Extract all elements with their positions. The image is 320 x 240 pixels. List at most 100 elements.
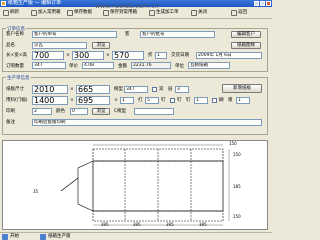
glue-checkbox[interactable] bbox=[212, 98, 217, 103]
refresh-icon bbox=[3, 10, 9, 16]
customer-label: 客户名称 bbox=[6, 32, 24, 37]
times-3: × bbox=[70, 87, 74, 92]
refresh-button[interactable]: 刷新 bbox=[2, 9, 19, 17]
maximize-icon[interactable] bbox=[260, 1, 265, 6]
glue-tab-leader bbox=[60, 177, 79, 192]
dim-top: 150 bbox=[229, 141, 237, 146]
print-field[interactable]: 2 bbox=[32, 108, 52, 115]
app-task-icon bbox=[40, 234, 46, 240]
close-icon[interactable] bbox=[266, 1, 271, 6]
browse-print-button[interactable]: 浏览 bbox=[92, 108, 110, 115]
qty-field[interactable]: 347 bbox=[32, 62, 66, 69]
qty-label: 订购数量 bbox=[6, 64, 24, 69]
mark-label: 唛 bbox=[228, 98, 233, 103]
box-drawing-svg bbox=[60, 144, 230, 226]
box-pattern-button[interactable]: 纸箱图样 bbox=[231, 42, 261, 49]
nail-label: 钉 bbox=[186, 98, 191, 103]
production-group-title: 生产单信息 bbox=[6, 75, 31, 81]
dim-bottom-3: 395 bbox=[166, 222, 174, 227]
glue-label: 糊 bbox=[219, 98, 224, 103]
flute-field[interactable]: 347 bbox=[124, 86, 148, 93]
nail-check-label: 钉 bbox=[177, 98, 182, 103]
edit-customer-button[interactable]: 编辑客户 bbox=[231, 31, 261, 38]
material-label: 用料(门幅) bbox=[6, 98, 28, 103]
add-icon bbox=[31, 10, 37, 16]
price-label: 单价 bbox=[69, 64, 78, 69]
browse-button[interactable]: 浏览 bbox=[92, 42, 110, 49]
dim-right-1: 150 bbox=[233, 152, 241, 157]
save-common-button[interactable]: 保存到常用箱 bbox=[102, 9, 137, 17]
box-drawing: 150 150 185 150 35 395 395 395 395 bbox=[2, 140, 268, 230]
board-length-field[interactable]: 2010 bbox=[32, 85, 68, 94]
status-bar: 开始 纸箱生产版 bbox=[0, 232, 272, 240]
unit-field[interactable]: 瓦楞纸箱 bbox=[188, 62, 230, 69]
unit-label: 单位 bbox=[175, 64, 184, 69]
material-width-field[interactable]: 1400 bbox=[32, 96, 68, 105]
dim-left: 35 bbox=[33, 189, 39, 194]
double-checkbox[interactable] bbox=[152, 87, 157, 92]
watermark: www.rueida.com.cn bbox=[95, 3, 160, 10]
nail-field[interactable]: 1 bbox=[194, 97, 208, 104]
tie-unit: 钉 bbox=[161, 98, 166, 103]
times-2: × bbox=[106, 53, 110, 58]
amount-label: 金额 bbox=[118, 64, 127, 69]
glue-tab bbox=[77, 160, 94, 212]
dim-bottom-2: 395 bbox=[133, 222, 141, 227]
start-icon bbox=[2, 234, 8, 240]
save-common-icon bbox=[103, 10, 109, 16]
window-controls bbox=[254, 1, 271, 6]
note-field[interactable]: 印刷后套版印刷 bbox=[32, 119, 262, 126]
date-field[interactable]: 2009年 1月 6日 bbox=[196, 52, 262, 59]
type-field[interactable]: 京瓦 bbox=[32, 42, 87, 49]
taskbar-item[interactable]: 纸箱生产版 bbox=[40, 234, 71, 240]
amount-field: 2231.76 bbox=[131, 62, 171, 69]
note-label: 备注 bbox=[6, 120, 15, 125]
price-field[interactable]: 4.08 bbox=[82, 62, 114, 69]
new-board-button[interactable]: 新增纸板 bbox=[222, 84, 262, 93]
material-length-field[interactable]: 695 bbox=[76, 96, 110, 105]
back-icon bbox=[231, 10, 237, 16]
times-5: × bbox=[114, 98, 118, 103]
start-button[interactable]: 开始 bbox=[2, 234, 19, 240]
date-label: 交货日期 bbox=[171, 53, 189, 58]
layers-field[interactable]: 3 bbox=[175, 86, 189, 93]
save-button[interactable]: 保存数据 bbox=[66, 9, 92, 17]
mark-field[interactable]: 1 bbox=[236, 97, 250, 104]
board-width-field[interactable]: 665 bbox=[76, 85, 110, 94]
color-field[interactable]: 0 bbox=[70, 108, 88, 115]
width-field[interactable]: 300 bbox=[72, 51, 104, 60]
close-doc-icon bbox=[191, 10, 197, 16]
times-4: × bbox=[70, 98, 74, 103]
corner-label: C楞型 bbox=[114, 109, 127, 114]
print-label: 印刷 bbox=[6, 109, 15, 114]
material-count-field[interactable]: 1 bbox=[120, 97, 134, 104]
customer-field[interactable]: 客户的单号 bbox=[32, 31, 117, 38]
spec-label: 长×宽×高 bbox=[6, 53, 28, 58]
dim-bottom-1: 395 bbox=[101, 222, 109, 227]
app-icon bbox=[1, 1, 6, 6]
generate-sheet-button[interactable]: 生成加工单 bbox=[148, 9, 179, 17]
ratio-field[interactable]: 1 bbox=[155, 52, 167, 59]
corner-field[interactable] bbox=[134, 108, 174, 115]
back-button[interactable]: 返回 bbox=[230, 9, 247, 17]
ratio-label: 折 bbox=[148, 53, 153, 58]
dim-right-3: 150 bbox=[233, 214, 241, 219]
dim-bottom-4: 395 bbox=[199, 222, 207, 227]
tie-field[interactable]: 5 bbox=[145, 97, 159, 104]
type-label: 品名 bbox=[6, 43, 15, 48]
times-1: × bbox=[66, 53, 70, 58]
product-field[interactable]: 客户的批号 bbox=[140, 31, 215, 38]
height-field[interactable]: 570 bbox=[112, 51, 144, 60]
length-field[interactable]: 700 bbox=[32, 51, 64, 60]
double-label: 双 bbox=[159, 87, 164, 92]
close-button[interactable]: 关闭 bbox=[190, 9, 207, 17]
layers-label: 层 bbox=[168, 87, 173, 92]
generate-icon bbox=[149, 10, 155, 16]
color-label: 颜色 bbox=[56, 109, 65, 114]
add-common-box-button[interactable]: 加入常用箱 bbox=[30, 9, 61, 17]
minimize-icon[interactable] bbox=[254, 1, 259, 6]
board-size-label: 纸板尺寸 bbox=[6, 87, 24, 92]
flute-label: 楞型 bbox=[114, 87, 123, 92]
save-icon bbox=[67, 10, 73, 16]
nail-checkbox[interactable] bbox=[170, 98, 175, 103]
